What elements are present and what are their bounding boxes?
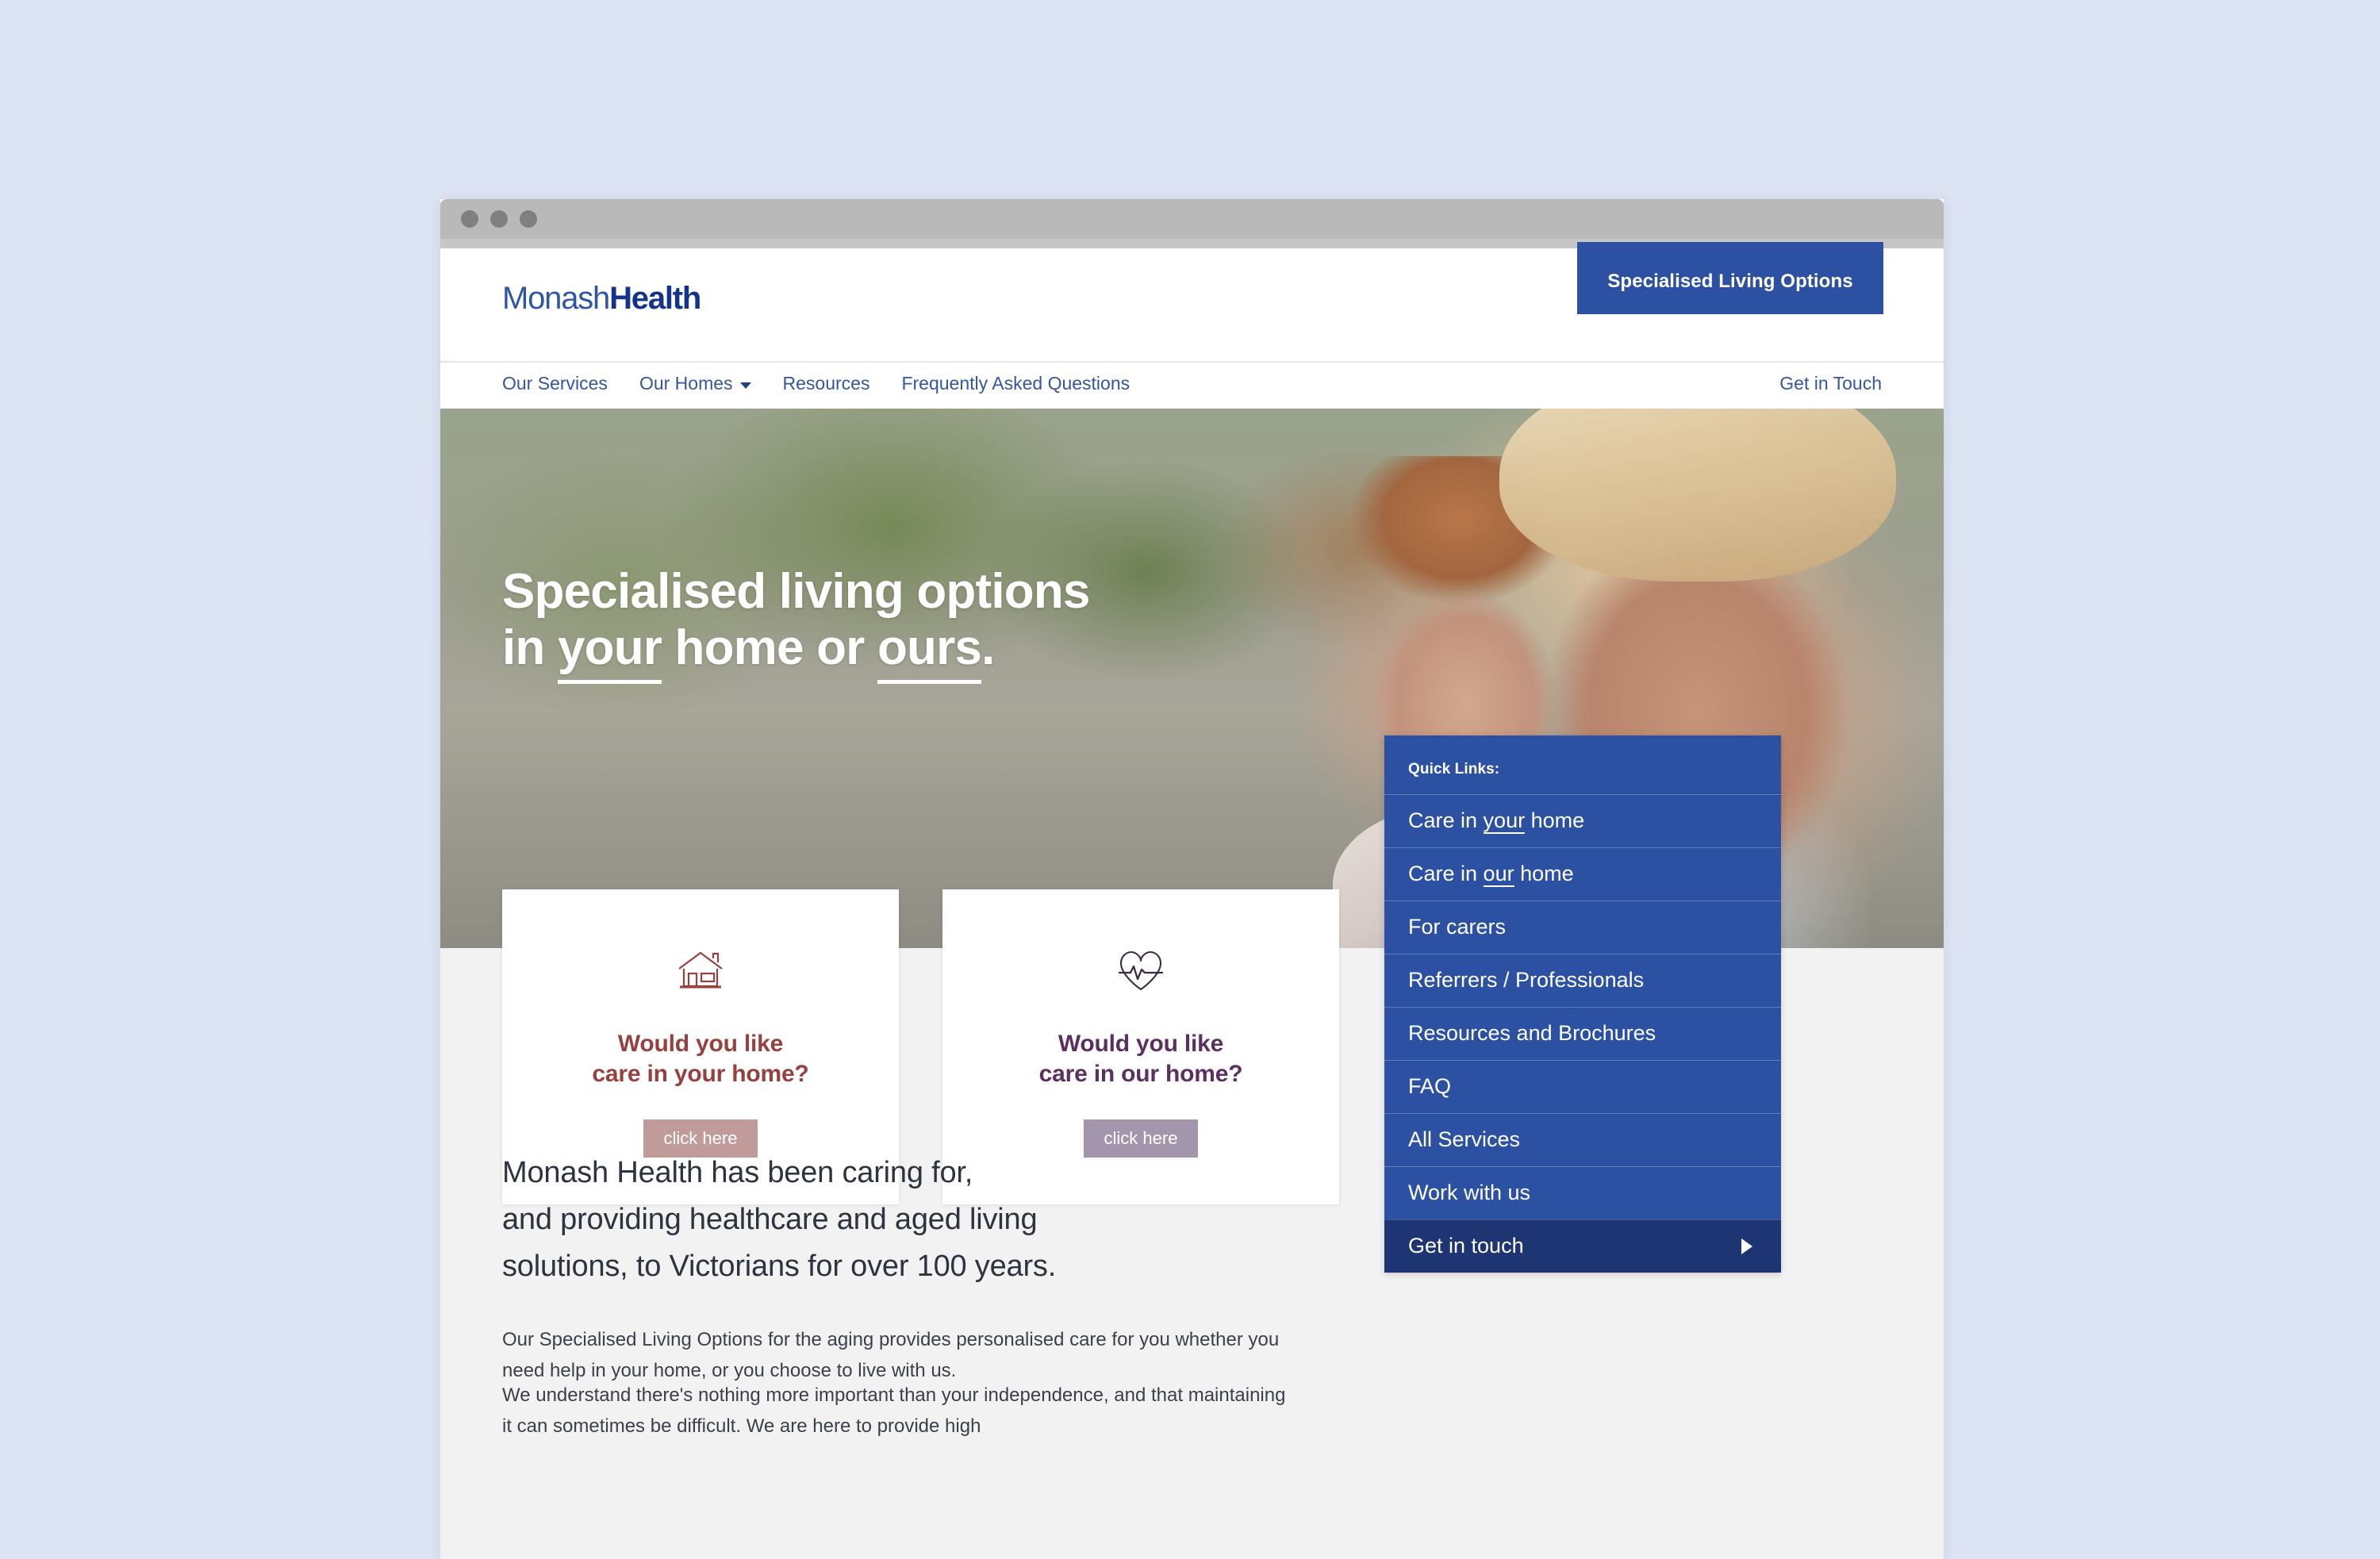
logo-text-health: Health	[609, 281, 701, 316]
ql-label: Work with us	[1408, 1181, 1531, 1204]
hero-straw-hat	[1499, 409, 1896, 582]
nav-label: Our Homes	[639, 373, 733, 394]
window-minimize-dot[interactable]	[490, 210, 508, 228]
browser-window: MonashHealth Specialised Living Options …	[440, 199, 1944, 1559]
quick-link-faq[interactable]: FAQ	[1384, 1060, 1781, 1113]
cta-accent-bar	[1577, 242, 1883, 248]
quick-link-get-in-touch[interactable]: Get in touch	[1384, 1219, 1781, 1273]
specialised-living-options-button[interactable]: Specialised Living Options	[1577, 248, 1883, 314]
nav-item-get-in-touch[interactable]: Get in Touch	[1779, 373, 1882, 394]
card-title-line2: care in your home?	[592, 1060, 809, 1087]
quick-links-heading: Quick Links:	[1408, 761, 1500, 778]
lede-line3: solutions, to Victorians for over 100 ye…	[502, 1249, 1057, 1283]
lede-line1: Monash Health has been caring for,	[502, 1156, 973, 1189]
ql-label: Get in touch	[1408, 1234, 1524, 1258]
card-title: Would you like care in our home?	[1039, 1029, 1243, 1089]
body-paragraph-2: We understand there's nothing more impor…	[502, 1384, 1286, 1437]
logo-text-monash: Monash	[502, 281, 610, 316]
quick-link-resources-and-brochures[interactable]: Resources and Brochures	[1384, 1007, 1781, 1060]
hero-title-line2-mid: home or	[662, 620, 877, 675]
nav-label: Our Services	[502, 373, 608, 394]
ql-emphasis: our	[1483, 862, 1514, 887]
nav-label: Frequently Asked Questions	[901, 373, 1130, 394]
window-close-dot[interactable]	[461, 210, 478, 228]
page-content: Would you like care in your home? click …	[440, 735, 1944, 1559]
card-title: Would you like care in your home?	[592, 1029, 808, 1089]
ql-pre: Care in	[1408, 808, 1484, 832]
intro-lede: Monash Health has been caring for, and p…	[502, 1150, 1056, 1290]
nav-item-our-homes[interactable]: Our Homes	[639, 373, 751, 394]
house-icon	[677, 945, 724, 997]
ql-post: home	[1525, 808, 1585, 832]
quick-link-care-in-our-home[interactable]: Care in our home	[1384, 847, 1781, 900]
quick-link-all-services[interactable]: All Services	[1384, 1113, 1781, 1166]
quick-link-referrers-professionals[interactable]: Referrers / Professionals	[1384, 954, 1781, 1007]
main-navigation: Our Services Our Homes Resources Frequen…	[440, 361, 1944, 409]
quick-link-work-with-us[interactable]: Work with us	[1384, 1166, 1781, 1219]
nav-item-our-services[interactable]: Our Services	[502, 373, 608, 394]
ql-label: FAQ	[1408, 1074, 1452, 1098]
hero-title-line2-pre: in	[502, 620, 558, 675]
quick-link-for-carers[interactable]: For carers	[1384, 900, 1781, 954]
monash-health-logo[interactable]: MonashHealth	[502, 282, 701, 314]
ql-emphasis: your	[1483, 808, 1526, 834]
nav-items-group: Our Services Our Homes Resources Frequen…	[502, 373, 1130, 394]
chevron-right-icon	[1741, 1238, 1752, 1254]
ql-post: home	[1514, 862, 1574, 885]
nav-label: Resources	[782, 373, 870, 394]
quick-link-care-in-your-home[interactable]: Care in your home	[1384, 794, 1781, 847]
hero-title-line2-end: .	[981, 620, 995, 675]
hero-title: Specialised living options in your home …	[502, 564, 1090, 684]
nav-item-resources[interactable]: Resources	[783, 373, 870, 394]
nav-item-faq[interactable]: Frequently Asked Questions	[901, 373, 1130, 394]
window-maximize-dot[interactable]	[520, 210, 537, 228]
site-header: MonashHealth Specialised Living Options	[440, 242, 1944, 361]
heart-pulse-icon	[1118, 945, 1164, 997]
quick-links-panel: Quick Links: Care in your home Care in o…	[1384, 735, 1781, 1273]
ql-label: All Services	[1408, 1127, 1521, 1151]
body-paragraph-1: Our Specialised Living Options for the a…	[502, 1329, 1280, 1381]
card-title-line1: Would you like	[617, 1031, 784, 1057]
browser-titlebar	[440, 199, 1944, 239]
ql-label: For carers	[1408, 915, 1507, 939]
click-here-button-our-home[interactable]: click here	[1084, 1119, 1198, 1158]
hero-title-emphasis-your: your	[557, 620, 662, 684]
hero-title-emphasis-ours: ours	[877, 620, 982, 684]
chevron-down-icon	[739, 382, 751, 389]
hero-title-line1: Specialised living options	[502, 564, 1090, 619]
ql-pre: Care in	[1408, 862, 1484, 885]
lede-line2: and providing healthcare and aged living	[502, 1202, 1038, 1236]
ql-label: Resources and Brochures	[1408, 1021, 1656, 1045]
ql-label: Referrers / Professionals	[1408, 968, 1645, 992]
card-title-line1: Would you like	[1058, 1031, 1224, 1057]
card-title-line2: care in our home?	[1038, 1060, 1243, 1087]
